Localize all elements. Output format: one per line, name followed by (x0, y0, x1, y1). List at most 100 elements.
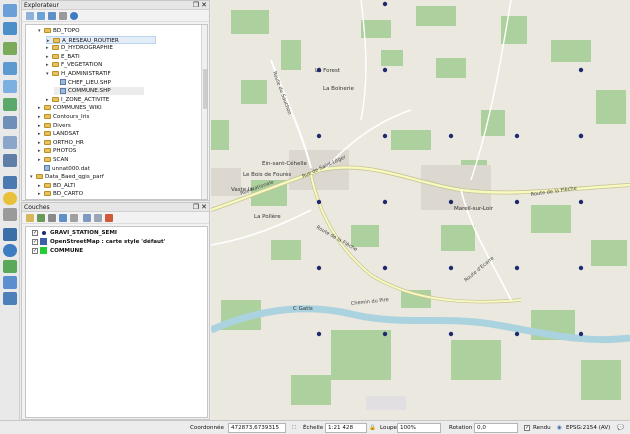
explorer-item[interactable]: ▸ BD_ALTI (38, 182, 75, 190)
add-group-icon[interactable] (37, 214, 45, 222)
gravity-station-point[interactable] (316, 331, 322, 337)
gravity-station-point[interactable] (316, 199, 322, 205)
gravity-station-point[interactable] (514, 133, 520, 139)
gravity-station-point[interactable] (578, 133, 584, 139)
explorer-item[interactable]: ▸ Divers (38, 122, 71, 130)
gravity-station-point[interactable] (382, 1, 388, 7)
layer-item[interactable]: ✓ GRAVI_STATION_SEMI (32, 229, 117, 238)
new-shapefile-icon[interactable] (3, 176, 17, 189)
explorer-item[interactable]: ▸ PHOTOS (38, 147, 76, 155)
wcs-server-icon[interactable] (3, 292, 17, 305)
info-icon[interactable] (70, 12, 78, 20)
airfield (366, 396, 406, 410)
explorer-item[interactable]: COMMUNE.SHP (54, 87, 144, 96)
explorer-item[interactable]: ▸ F_VEGETATION (46, 61, 102, 69)
explorer-item[interactable]: ▸ BD_CARTO (38, 190, 83, 198)
add-spatialite-layer-icon[interactable] (3, 62, 17, 75)
map-svg[interactable]: La ForestLa BolnerieEin-sant-CéhelleLe B… (211, 0, 630, 420)
add-vector-layer-icon[interactable] (3, 4, 17, 17)
explorer-item[interactable]: ▸ E_BATI (46, 53, 80, 61)
add-oracle-layer-icon[interactable] (3, 154, 17, 167)
explorer-item[interactable]: ▸ Contours_Iris (38, 113, 89, 121)
gravity-station-point[interactable] (382, 199, 388, 205)
map-canvas[interactable]: La Forest La Bolnerie Ein-sant-Céhelle Le B… (211, 0, 630, 420)
filter-legend-icon[interactable] (70, 214, 78, 222)
wms-server-icon[interactable] (3, 276, 17, 289)
gravity-station-point[interactable] (578, 199, 584, 205)
gravity-station-point[interactable] (578, 265, 584, 271)
crs-label[interactable]: EPSG:2154 (AV) (566, 424, 610, 432)
coord-value[interactable]: 472873,6739315 (228, 423, 286, 433)
gravity-station-point[interactable] (382, 67, 388, 73)
explorer-scroll-thumb[interactable] (203, 69, 207, 109)
explorer-item[interactable]: ▸ COMMUNES_WIKI (38, 104, 102, 112)
layer-item[interactable]: ✓ COMMUNE (32, 247, 83, 256)
add-selected-icon[interactable] (26, 12, 34, 20)
lock-scale-icon[interactable]: 🔒 (369, 424, 376, 432)
extents-icon[interactable]: ⛶ (292, 424, 296, 432)
explorer-item[interactable]: ▾ H_ADMINISTRATIF (46, 70, 111, 78)
explorer-item[interactable]: ▾ BD_TOPO (38, 27, 80, 35)
explorer-item[interactable]: ▸ D_HYDROGRAPHIE (46, 44, 113, 52)
gravity-station-point[interactable] (578, 331, 584, 337)
globe-icon[interactable] (3, 244, 17, 257)
gravity-station-point[interactable] (514, 265, 520, 271)
visibility-icon[interactable] (48, 214, 56, 222)
float-icon[interactable]: ❐ (193, 1, 199, 10)
gravity-station-point[interactable] (448, 133, 454, 139)
gravity-station-point[interactable] (316, 265, 322, 271)
gravity-station-point[interactable] (382, 133, 388, 139)
gravity-station-point[interactable] (514, 199, 520, 205)
messages-icon[interactable]: 💬 (617, 424, 624, 432)
gravity-station-point[interactable] (448, 199, 454, 205)
collapse-all-icon[interactable] (59, 12, 67, 20)
render-checkbox[interactable]: ✓ (524, 424, 532, 432)
layer-visibility-checkbox[interactable]: ✓ (32, 229, 38, 236)
explorer-panel: Explorateur ❐ ✕ ▾ BD_TOPO ▸ A_RESEAU_ROUTIE… (21, 0, 210, 201)
add-mssql-layer-icon[interactable] (3, 136, 17, 149)
layer-item[interactable]: ✓ OpenStreetMap : carte style 'défaut' (32, 238, 165, 247)
add-delimited-text-icon[interactable] (3, 116, 17, 129)
explorer-item[interactable]: ▸ SCAN (38, 156, 68, 164)
magnifier-input[interactable]: 100% (397, 423, 441, 433)
add-postgis-layer-icon[interactable] (3, 42, 17, 55)
close-icon[interactable]: ✕ (201, 203, 207, 212)
add-raster-layer-icon[interactable] (3, 22, 17, 35)
float-icon[interactable]: ❐ (193, 203, 199, 212)
add-wms-layer-icon[interactable] (3, 80, 17, 93)
sum-icon[interactable] (3, 208, 17, 221)
filter-icon[interactable] (48, 12, 56, 20)
gps-icon[interactable] (3, 192, 17, 205)
gravity-station-point[interactable] (448, 331, 454, 337)
gravity-station-point[interactable] (578, 67, 584, 73)
checked-layers-icon[interactable] (3, 260, 17, 273)
gravity-station-point[interactable] (316, 133, 322, 139)
explorer-item[interactable]: ▸ LANDSAT (38, 130, 79, 138)
explorer-scrollbar[interactable] (201, 25, 207, 199)
remove-layer-icon[interactable] (105, 214, 113, 222)
explorer-item[interactable]: ▾ Data_Baed_qgis_parf (30, 173, 104, 181)
gravity-station-point[interactable] (316, 67, 322, 73)
gravity-station-point[interactable] (382, 265, 388, 271)
collapse-all-icon[interactable] (94, 214, 102, 222)
explorer-item[interactable]: ▸ ORTHO_HR (38, 139, 84, 147)
layer-visibility-checkbox[interactable]: ✓ (32, 247, 38, 254)
layer-properties-icon[interactable] (3, 228, 17, 241)
crs-globe-icon[interactable]: ◉ (557, 424, 562, 432)
explorer-item[interactable]: unnat000.dat (38, 165, 90, 173)
filter-icon[interactable] (59, 214, 67, 222)
explorer-item[interactable]: ▸ A_RESEAU_ROUTIER (46, 35, 156, 44)
refresh-icon[interactable] (37, 12, 45, 20)
gravity-station-point[interactable] (382, 331, 388, 337)
expand-all-icon[interactable] (83, 214, 91, 222)
style-icon[interactable] (26, 214, 34, 222)
gravity-station-point[interactable] (448, 265, 454, 271)
explorer-item[interactable]: ▸ I_ZONE_ACTIVITE (46, 96, 109, 104)
layer-visibility-checkbox[interactable]: ✓ (32, 238, 38, 245)
rotation-input[interactable]: 0,0 (474, 423, 518, 433)
scale-input[interactable]: 1:21 428 (325, 423, 367, 433)
gravity-station-point[interactable] (514, 331, 520, 337)
explorer-item[interactable]: CHEF_LIEU.SHP (54, 79, 111, 87)
add-wfs-layer-icon[interactable] (3, 98, 17, 111)
close-icon[interactable]: ✕ (201, 1, 207, 10)
